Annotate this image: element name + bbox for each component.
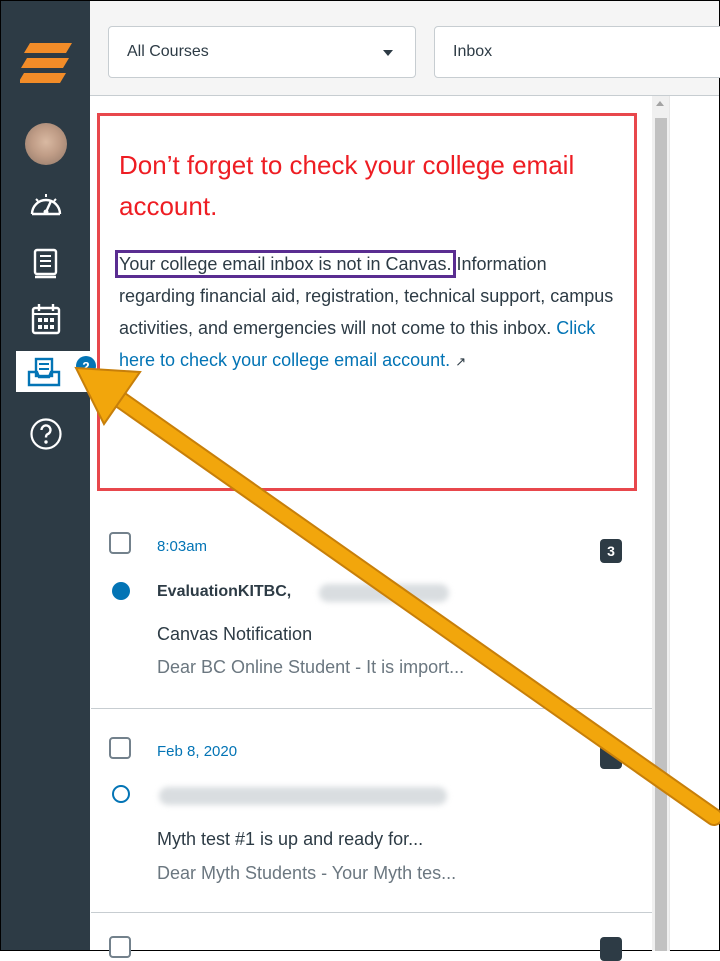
external-link-icon: ↗ (455, 354, 467, 369)
conversation-item[interactable]: Feb 8, 2020 Myth test #1 is up and ready… (91, 709, 652, 913)
message-count-badge: 3 (600, 539, 622, 563)
canvas-logo[interactable] (1, 39, 90, 87)
message-subject: Myth test #1 is up and ready for... (157, 829, 424, 849)
help-icon (29, 418, 62, 450)
dashboard-icon (30, 194, 61, 216)
notice-title: Don’t forget to check your college email… (119, 150, 575, 221)
notice-highlight: Your college email inbox is not in Canva… (115, 250, 456, 278)
message-preview: Dear BC Online Student - It is import... (157, 657, 465, 677)
read-indicator[interactable] (112, 785, 130, 803)
global-nav: 2 (1, 1, 96, 950)
notice-body: Your college email inbox is not in Canva… (115, 248, 614, 378)
select-checkbox[interactable] (109, 532, 131, 554)
avatar (24, 123, 67, 165)
conversation-item[interactable]: 8:03am 3 EvaluationKITBC, Canvas Notific… (91, 512, 652, 709)
course-filter-select[interactable]: All Courses (108, 26, 416, 78)
message-count-badge (600, 937, 622, 961)
courses-icon (33, 248, 57, 279)
nav-courses[interactable] (1, 244, 90, 284)
message-subject: Canvas Notification (157, 624, 313, 644)
nav-dashboard[interactable] (1, 183, 90, 223)
message-sender: EvaluationKITBC, (157, 583, 292, 600)
conversation-item[interactable] (91, 913, 652, 961)
unread-indicator[interactable] (112, 582, 130, 600)
redacted-name (159, 787, 447, 805)
canvas-logo-icon (19, 43, 72, 83)
course-filter-value: All Courses (127, 43, 209, 60)
inbox-unread-badge: 2 (76, 356, 96, 376)
nav-help[interactable] (1, 414, 90, 454)
message-preview: Dear Myth Students - Your Myth tes... (157, 863, 457, 883)
mailbox-filter-value: Inbox (453, 43, 493, 60)
mailbox-filter-select[interactable]: Inbox (434, 26, 720, 78)
scrollbar-thumb[interactable] (655, 118, 667, 951)
inbox-icon (27, 357, 61, 386)
select-checkbox[interactable] (109, 737, 131, 759)
chevron-down-icon (383, 50, 393, 56)
inbox-toolbar: All Courses Inbox (90, 1, 720, 96)
nav-calendar[interactable] (1, 299, 90, 339)
message-date: 8:03am (157, 538, 208, 555)
scroll-up-arrow-icon[interactable] (656, 101, 664, 106)
nav-account[interactable] (1, 119, 90, 169)
nav-inbox[interactable]: 2 (16, 351, 96, 392)
message-count-badge (600, 745, 622, 769)
redacted-name (319, 584, 449, 602)
pane-divider (669, 96, 670, 951)
message-date: Feb 8, 2020 (157, 743, 238, 760)
select-checkbox[interactable] (109, 936, 131, 958)
calendar-icon (31, 304, 60, 335)
